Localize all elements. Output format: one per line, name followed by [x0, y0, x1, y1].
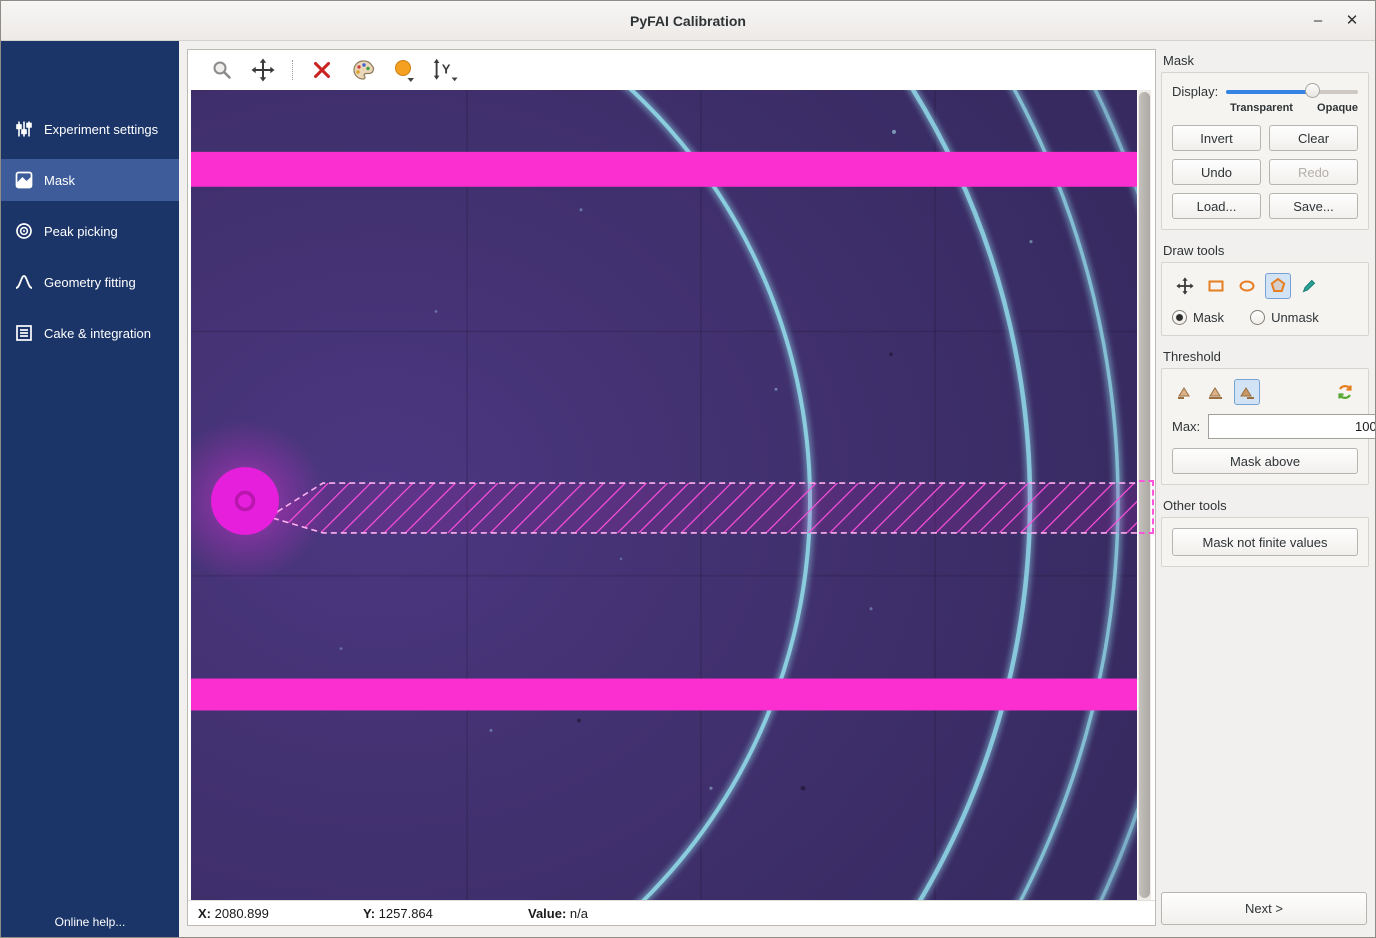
mask-above-button[interactable]: Mask above [1172, 448, 1358, 474]
clear-mask-button[interactable] [308, 56, 336, 84]
red-cross-icon [311, 59, 333, 81]
mask-above-icon-button[interactable] [1234, 379, 1260, 405]
save-button[interactable]: Save... [1269, 193, 1358, 219]
sidebar-item-label: Mask [44, 173, 75, 188]
mask-group: Display: Transparent Opaque Invert Clear… [1161, 72, 1369, 230]
pencil-icon [1300, 277, 1318, 295]
mask-band-top [191, 152, 1137, 187]
sliders-icon [14, 119, 34, 139]
plot-frame: Y [187, 49, 1156, 926]
draw-pan-button[interactable] [1172, 273, 1198, 299]
load-button[interactable]: Load... [1172, 193, 1261, 219]
opaque-label: Opaque [1317, 102, 1358, 114]
mask-icon [14, 170, 34, 190]
mask-below-button[interactable] [1172, 379, 1198, 405]
sidebar: Experiment settings Mask Peak picking [1, 41, 179, 937]
pan-icon [251, 58, 275, 82]
target-icon [14, 221, 34, 241]
draw-tools-group: Mask Unmask [1161, 262, 1369, 336]
draw-pencil-button[interactable] [1296, 273, 1322, 299]
toolbar-separator [292, 60, 293, 80]
y-axis-orientation-button[interactable]: Y [431, 56, 459, 84]
sidebar-item-cake-integration[interactable]: Cake & integration [1, 312, 179, 354]
palette-icon [351, 58, 375, 82]
colormap-button[interactable] [349, 56, 377, 84]
mask-opacity-slider[interactable] [1226, 83, 1358, 99]
mask-not-finite-button[interactable]: Mask not finite values [1172, 528, 1358, 556]
statusbar: X: 2080.899 Y: 1257.864 Value: n/a [188, 900, 1155, 925]
sidebar-item-peak-picking[interactable]: Peak picking [1, 210, 179, 252]
draw-polygon-button[interactable] [1265, 273, 1291, 299]
online-help-link[interactable]: Online help... [1, 915, 179, 929]
draw-tools-title: Draw tools [1163, 243, 1369, 258]
detector-image[interactable] [191, 90, 1137, 900]
refresh-button[interactable] [1332, 379, 1358, 405]
mask-color-button[interactable] [390, 56, 418, 84]
svg-text:Y: Y [442, 62, 451, 77]
transparent-label: Transparent [1230, 102, 1293, 114]
status-x: X: 2080.899 [198, 906, 363, 921]
scrollbar-thumb[interactable] [1139, 92, 1150, 898]
sidebar-item-label: Geometry fitting [44, 275, 136, 290]
sidebar-item-label: Experiment settings [44, 122, 158, 137]
slider-handle[interactable] [1305, 83, 1320, 98]
max-label: Max: [1172, 419, 1200, 434]
next-button[interactable]: Next > [1161, 892, 1367, 925]
ellipse-icon [1238, 277, 1256, 295]
mask-radio[interactable] [1172, 310, 1187, 325]
pyfai-window: PyFAI Calibration – ✕ Experiment setting… [0, 0, 1376, 938]
vertical-scrollbar[interactable] [1138, 90, 1151, 900]
draw-ellipse-button[interactable] [1234, 273, 1260, 299]
threshold-between-icon [1207, 384, 1225, 400]
mask-group-title: Mask [1163, 53, 1369, 68]
other-tools-group: Mask not finite values [1161, 517, 1369, 567]
undo-button[interactable]: Undo [1172, 159, 1261, 185]
sidebar-item-label: Cake & integration [44, 326, 151, 341]
clear-button[interactable]: Clear [1269, 125, 1358, 151]
redo-button: Redo [1269, 159, 1358, 185]
plot-toolbar: Y [188, 50, 1155, 90]
titlebar: PyFAI Calibration – ✕ [1, 1, 1375, 41]
rectangle-icon [1207, 277, 1225, 295]
pan-icon [1176, 277, 1194, 295]
polygon-icon [1269, 277, 1287, 295]
unmask-radio[interactable] [1250, 310, 1265, 325]
mask-selection-polygon [269, 483, 1137, 533]
mask-color-dot-icon [392, 57, 416, 83]
threshold-max-input[interactable] [1208, 414, 1376, 439]
sidebar-item-experiment-settings[interactable]: Experiment settings [1, 108, 179, 150]
invert-button[interactable]: Invert [1172, 125, 1261, 151]
sidebar-item-geometry-fitting[interactable]: Geometry fitting [1, 261, 179, 303]
other-tools-title: Other tools [1163, 498, 1369, 513]
sidebar-item-label: Peak picking [44, 224, 118, 239]
threshold-title: Threshold [1163, 349, 1369, 364]
unmask-radio-label: Unmask [1271, 310, 1319, 325]
status-y: Y: 1257.864 [363, 906, 528, 921]
minimize-button[interactable]: – [1303, 1, 1333, 41]
integration-icon [14, 323, 34, 343]
mask-between-button[interactable] [1203, 379, 1229, 405]
threshold-group: Max: Mask above [1161, 368, 1369, 485]
threshold-above-icon [1238, 384, 1256, 400]
mask-band-bottom [191, 679, 1137, 711]
mask-tools-panel: Mask Display: Transparent Opaque Invert … [1159, 41, 1376, 937]
status-value: Value: n/a [528, 906, 693, 921]
sidebar-item-mask[interactable]: Mask [1, 159, 179, 201]
threshold-below-icon [1176, 384, 1194, 400]
zoom-button[interactable] [208, 56, 236, 84]
refresh-icon [1336, 383, 1354, 401]
slider-fill [1226, 90, 1313, 94]
peak-curve-icon [14, 272, 34, 292]
beam-stop-mask [211, 467, 279, 535]
pan-button[interactable] [249, 56, 277, 84]
close-button[interactable]: ✕ [1337, 1, 1367, 41]
detector-view[interactable] [188, 90, 1155, 900]
window-title: PyFAI Calibration [1, 1, 1375, 41]
display-label: Display: [1172, 84, 1218, 99]
zoom-icon [210, 58, 234, 82]
y-axis-icon: Y [431, 57, 459, 83]
draw-rectangle-button[interactable] [1203, 273, 1229, 299]
mask-radio-label: Mask [1193, 310, 1224, 325]
